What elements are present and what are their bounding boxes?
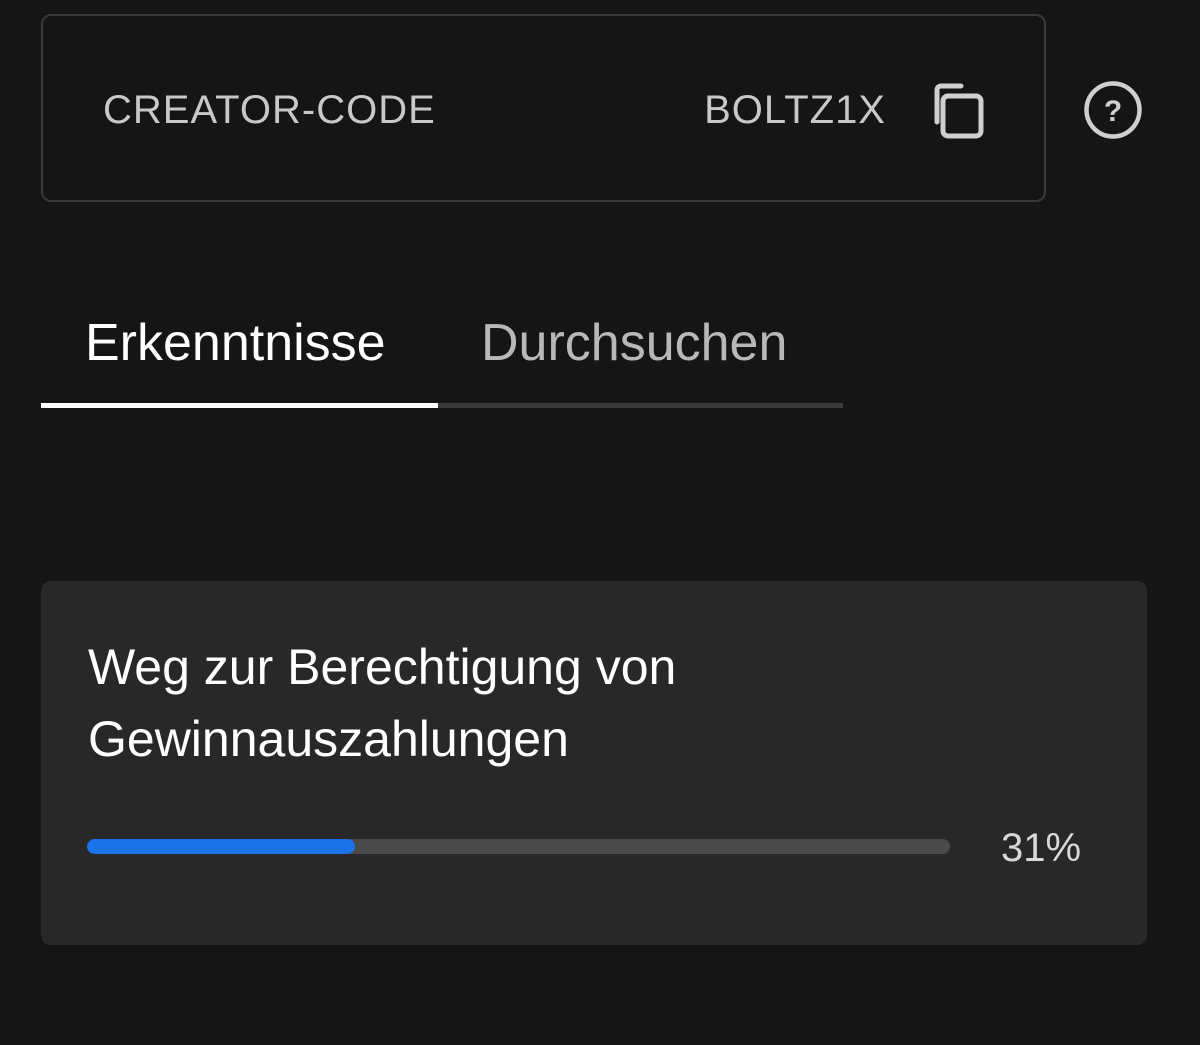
- eligibility-progress-fill: [87, 839, 355, 854]
- help-symbol: ?: [1104, 95, 1122, 128]
- eligibility-title: Weg zur Berechtigung von Gewinnauszahlun…: [88, 639, 677, 767]
- eligibility-progress-bar: [87, 839, 950, 854]
- tab-browse[interactable]: Durchsuchen: [481, 312, 787, 374]
- help-icon[interactable]: ?: [1082, 79, 1144, 141]
- eligibility-card: Weg zur Berechtigung von Gewinnauszahlun…: [41, 581, 1147, 945]
- tab-bar: Erkenntnisse Durchsuchen: [41, 290, 843, 408]
- tab-insights[interactable]: Erkenntnisse: [85, 312, 386, 374]
- creator-code-value: BOLTZ1X: [704, 88, 886, 132]
- eligibility-progress-percent: 31%: [1001, 826, 1082, 870]
- creator-code-card: CREATOR-CODE BOLTZ1X: [41, 14, 1046, 202]
- copy-icon[interactable]: [923, 80, 987, 144]
- creator-code-label: CREATOR-CODE: [103, 88, 436, 132]
- active-tab-indicator: [41, 403, 438, 408]
